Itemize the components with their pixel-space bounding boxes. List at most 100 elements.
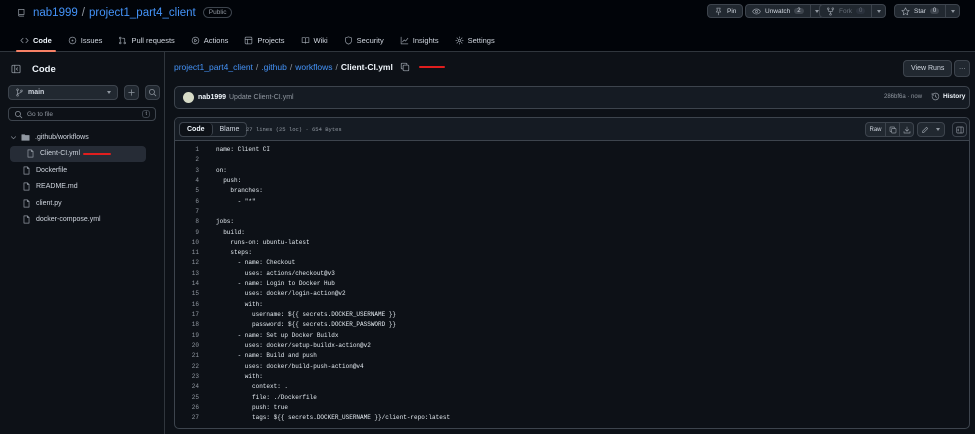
line-number[interactable]: 19 (175, 331, 199, 341)
line-number[interactable]: 4 (175, 176, 199, 186)
add-file-button[interactable] (124, 85, 139, 100)
unwatch-button[interactable]: Unwatch 2 (745, 4, 825, 18)
code-line: 17 username: ${{ secrets.DOCKER_USERNAME… (175, 310, 969, 320)
tab-insights[interactable]: Insights (394, 30, 445, 50)
line-number[interactable]: 6 (175, 197, 199, 207)
line-number[interactable]: 2 (175, 155, 199, 165)
tab-actions-label: Actions (203, 35, 229, 45)
pin-button[interactable]: Pin (707, 4, 744, 18)
code-line: 23 with: (175, 372, 969, 382)
tab-settings-label: Settings (467, 35, 495, 45)
avatar[interactable] (183, 92, 194, 103)
line-number[interactable]: 1 (175, 145, 199, 155)
line-text: file: ./Dockerfile (216, 393, 317, 401)
line-number[interactable]: 22 (175, 362, 199, 372)
tab-pull-requests[interactable]: Pull requests (112, 30, 180, 50)
tree-file-client-ci[interactable]: Client-CI.yml (10, 145, 146, 162)
tab-issues[interactable]: Issues (62, 30, 109, 50)
copy-path-icon[interactable] (400, 62, 410, 72)
search-icon (15, 110, 23, 118)
code-line: 8 jobs: (175, 217, 969, 227)
breadcrumb-repo-link[interactable]: project1_part4_client (174, 62, 253, 72)
download-button[interactable] (899, 123, 913, 136)
download-icon (903, 126, 910, 133)
blame-view-button[interactable]: Blame (213, 123, 247, 136)
breadcrumb-github-link[interactable]: .github (261, 62, 287, 72)
branch-selector[interactable]: main (8, 85, 118, 100)
line-number[interactable]: 13 (175, 269, 199, 279)
repo-owner-link[interactable]: nab1999 (33, 7, 78, 19)
line-text: - name: Login to Docker Hub (216, 280, 335, 288)
go-to-file-field[interactable]: t (8, 107, 156, 121)
graph-icon (400, 36, 409, 44)
raw-button[interactable]: Raw (866, 123, 885, 136)
tree-folder-github-workflows[interactable]: .github/workflows (0, 129, 165, 146)
tab-security[interactable]: Security (338, 30, 390, 50)
fork-dropdown[interactable] (871, 5, 885, 17)
commit-hash-time[interactable]: 286bf6a · now (884, 94, 922, 100)
tree-item-label: Dockerfile (36, 166, 68, 174)
tab-wiki[interactable]: Wiki (295, 30, 334, 50)
tree-file-dockerfile[interactable]: Dockerfile (0, 162, 165, 179)
line-number[interactable]: 26 (175, 403, 199, 413)
code-icon (20, 37, 29, 43)
edit-file-button[interactable] (918, 123, 931, 136)
line-number[interactable]: 18 (175, 320, 199, 330)
line-number[interactable]: 3 (175, 166, 199, 176)
edit-dropdown-button[interactable] (931, 123, 944, 136)
history-button[interactable]: History (931, 92, 965, 101)
collapse-sidebar-button[interactable] (9, 62, 23, 76)
fork-button[interactable]: Fork 0 (819, 4, 887, 18)
line-number[interactable]: 5 (175, 186, 199, 196)
breadcrumb-workflows-link[interactable]: workflows (295, 62, 332, 72)
star-dropdown[interactable] (945, 5, 959, 17)
repo-name-link[interactable]: project1_part4_client (89, 7, 196, 19)
line-number[interactable]: 24 (175, 382, 199, 392)
tree-file-readme[interactable]: README.md (0, 179, 165, 196)
line-number[interactable]: 12 (175, 258, 199, 268)
code-line: 12 - name: Checkout (175, 258, 969, 268)
line-number[interactable]: 7 (175, 207, 199, 217)
line-number[interactable]: 15 (175, 289, 199, 299)
branch-icon (16, 88, 23, 97)
more-options-button[interactable]: ··· (954, 60, 970, 77)
line-number[interactable]: 23 (175, 372, 199, 382)
commit-message[interactable]: Update Client-CI.yml (229, 94, 294, 101)
tree-file-docker-compose[interactable]: docker-compose.yml (0, 212, 165, 229)
repo-separator: / (81, 6, 85, 19)
symbols-panel-button[interactable] (952, 122, 967, 137)
line-number[interactable]: 21 (175, 351, 199, 361)
tree-item-label: client.py (36, 199, 62, 207)
file-info: 27 lines (25 loc) · 654 Bytes (246, 126, 342, 133)
line-number[interactable]: 16 (175, 300, 199, 310)
view-runs-button[interactable]: View Runs (903, 60, 953, 77)
commit-author[interactable]: nab1999 (198, 94, 226, 101)
tab-actions[interactable]: Actions (185, 30, 235, 50)
line-number[interactable]: 27 (175, 413, 199, 423)
tree-file-client-py[interactable]: client.py (0, 195, 165, 212)
line-number[interactable]: 10 (175, 238, 199, 248)
tree-item-label: README.md (36, 183, 78, 191)
line-number[interactable]: 11 (175, 248, 199, 258)
table-icon (245, 36, 253, 44)
go-to-file-input[interactable] (27, 110, 143, 118)
book-icon (301, 36, 309, 44)
history-icon (931, 92, 940, 101)
line-number[interactable]: 20 (175, 341, 199, 351)
code-blame-toggle: Code Blame (179, 122, 248, 137)
line-number[interactable]: 9 (175, 228, 199, 238)
tab-settings[interactable]: Settings (449, 30, 501, 50)
copy-raw-button[interactable] (885, 123, 899, 136)
line-number[interactable]: 17 (175, 310, 199, 320)
line-number[interactable]: 8 (175, 217, 199, 227)
search-code-button[interactable] (145, 85, 160, 100)
tab-projects[interactable]: Projects (238, 30, 290, 50)
line-number[interactable]: 14 (175, 279, 199, 289)
issue-icon (68, 36, 76, 44)
chevron-down-icon (935, 128, 940, 131)
code-view-button[interactable]: Code (180, 123, 213, 136)
line-number[interactable]: 25 (175, 393, 199, 403)
tab-code[interactable]: Code (14, 30, 58, 52)
code-line: 1 name: Client CI (175, 145, 969, 155)
star-button[interactable]: Star 0 (894, 4, 961, 18)
